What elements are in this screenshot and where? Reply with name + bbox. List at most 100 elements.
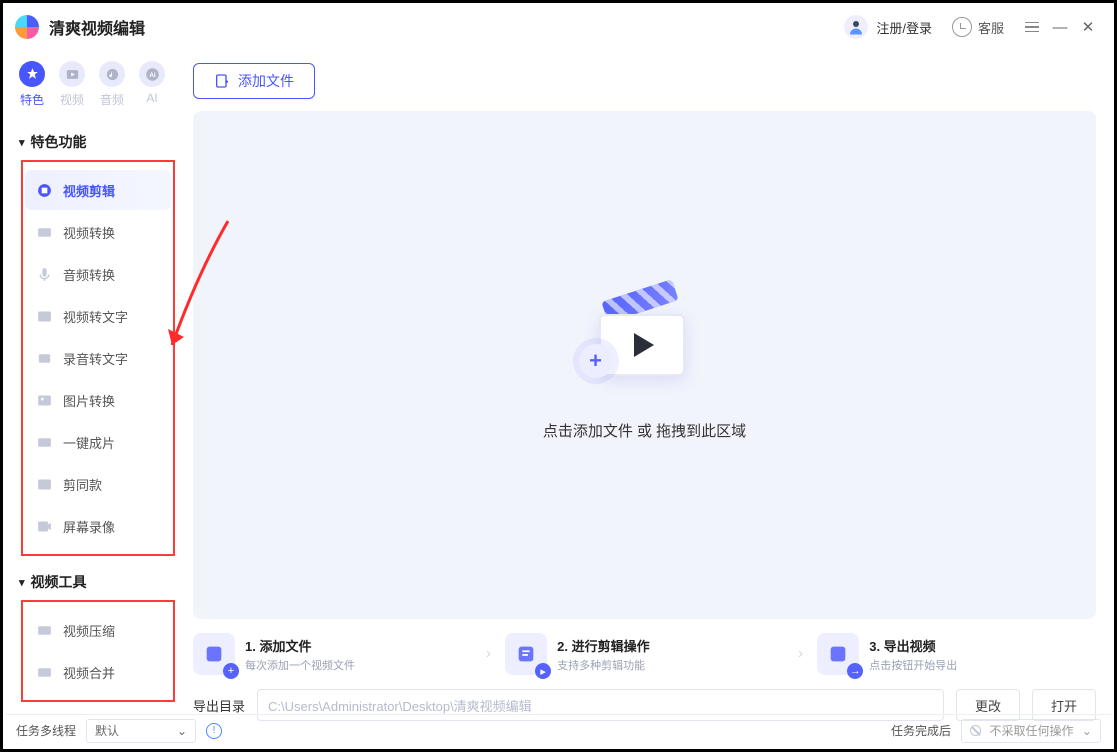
tab-featured[interactable]: 特色 <box>19 61 45 108</box>
tab-label: 音频 <box>100 91 124 108</box>
play-icon <box>634 333 654 357</box>
step-subtitle: 每次添加一个视频文件 <box>245 657 355 673</box>
app-title: 清爽视频编辑 <box>49 15 145 39</box>
sidebar-item-screen-record[interactable]: 屏幕录像 <box>25 506 171 546</box>
info-icon[interactable]: ! <box>206 723 222 739</box>
step-1: + 1. 添加文件 每次添加一个视频文件 <box>193 633 472 675</box>
main-content: 添加文件 + 点击添加文件 或 拖拽到此区域 + 1. 添加文件 每次添加一个视… <box>181 51 1114 721</box>
avatar-icon <box>844 15 868 39</box>
threads-select[interactable]: 默认 ⌄ <box>86 719 196 743</box>
tab-label: 视频 <box>60 91 84 108</box>
video-tools-menu: 视频压缩 视频合并 <box>21 600 175 702</box>
sidebar-item-label: 图片转换 <box>63 391 115 410</box>
title-bar: 清爽视频编辑 注册/登录 客服 — ✕ <box>3 3 1114 51</box>
steps-row: + 1. 添加文件 每次添加一个视频文件 › ▸ 2. 进行剪辑操作 支持多种剪… <box>193 633 1096 675</box>
section-title: 视频工具 <box>31 572 87 592</box>
section-title: 特色功能 <box>31 132 87 152</box>
drop-zone[interactable]: + 点击添加文件 或 拖拽到此区域 <box>193 111 1096 619</box>
mic-icon <box>35 265 53 283</box>
app-logo-icon <box>15 15 39 39</box>
post-action-select[interactable]: 不采取任何操作 ⌄ <box>961 719 1101 743</box>
star-icon <box>19 61 45 87</box>
step-edit-icon: ▸ <box>505 633 547 675</box>
sidebar-item-image-convert[interactable]: 图片转换 <box>25 380 171 420</box>
sidebar-item-video-convert[interactable]: 视频转换 <box>25 212 171 252</box>
tab-audio[interactable]: 音频 <box>99 61 125 108</box>
service-link[interactable]: 客服 <box>952 17 1004 37</box>
sidebar-item-label: 视频压缩 <box>63 621 115 640</box>
minimize-button[interactable]: — <box>1046 13 1074 41</box>
sidebar: 特色 视频 音频 Ai AI ▾ 特色功能 视 <box>3 51 181 721</box>
rec-text-icon <box>35 349 53 367</box>
step-subtitle: 点击按钮开始导出 <box>869 657 957 673</box>
status-bar: 任务多线程 默认 ⌄ ! 任务完成后 不采取任何操作 ⌄ <box>6 714 1111 746</box>
sidebar-item-label: 视频合并 <box>63 663 115 682</box>
section-header[interactable]: ▾ 视频工具 <box>11 568 181 596</box>
sidebar-item-video-to-text[interactable]: 视频转文字 <box>25 296 171 336</box>
threads-value: 默认 <box>95 722 119 739</box>
sidebar-item-label: 视频转文字 <box>63 307 128 326</box>
post-action-value: 不采取任何操作 <box>989 722 1073 739</box>
add-file-label: 添加文件 <box>238 71 294 91</box>
chevron-right-icon: › <box>480 645 497 663</box>
step-add-icon: + <box>193 633 235 675</box>
sidebar-item-same-style[interactable]: 剪同款 <box>25 464 171 504</box>
close-button[interactable]: ✕ <box>1074 13 1102 41</box>
add-file-button[interactable]: 添加文件 <box>193 63 315 99</box>
sidebar-item-label: 视频剪辑 <box>63 181 115 200</box>
record-icon <box>35 517 53 535</box>
ai-icon: Ai <box>139 61 165 87</box>
sidebar-item-label: 剪同款 <box>63 475 102 494</box>
dropzone-text: 点击添加文件 或 拖拽到此区域 <box>543 420 746 441</box>
sidebar-item-video-edit[interactable]: 视频剪辑 <box>25 170 171 210</box>
template-icon <box>35 475 53 493</box>
export-label: 导出目录 <box>193 696 245 715</box>
sidebar-item-one-click[interactable]: 一键成片 <box>25 422 171 462</box>
service-label: 客服 <box>978 18 1004 37</box>
section-video-tools: ▾ 视频工具 视频压缩 视频合并 <box>11 568 181 702</box>
threads-label: 任务多线程 <box>16 722 76 739</box>
sidebar-item-label: 录音转文字 <box>63 349 128 368</box>
login-link[interactable]: 注册/登录 <box>876 18 932 37</box>
sidebar-item-merge[interactable]: 视频合并 <box>25 652 171 692</box>
caret-down-icon: ▾ <box>19 136 25 149</box>
plus-icon: + <box>579 344 613 378</box>
service-icon <box>952 17 972 37</box>
film-icon <box>35 181 53 199</box>
section-header[interactable]: ▾ 特色功能 <box>11 128 181 156</box>
sidebar-item-audio-to-text[interactable]: 录音转文字 <box>25 338 171 378</box>
step-subtitle: 支持多种剪辑功能 <box>557 657 649 673</box>
tab-ai[interactable]: Ai AI <box>139 61 165 108</box>
section-featured: ▾ 特色功能 视频剪辑 视频转换 音频转换 视频转文字 <box>11 128 181 556</box>
done-label: 任务完成后 <box>891 722 951 739</box>
menu-button[interactable] <box>1018 13 1046 41</box>
category-tabs: 特色 视频 音频 Ai AI <box>11 61 181 116</box>
chevron-right-icon: › <box>792 645 809 663</box>
sidebar-item-label: 音频转换 <box>63 265 115 284</box>
add-file-icon <box>214 73 230 89</box>
sidebar-item-label: 一键成片 <box>63 433 115 452</box>
merge-icon <box>35 663 53 681</box>
step-export-icon: → <box>817 633 859 675</box>
audio-icon <box>99 61 125 87</box>
compress-icon <box>35 621 53 639</box>
chevron-down-icon: ⌄ <box>1082 724 1092 738</box>
sidebar-item-label: 屏幕录像 <box>63 517 115 536</box>
featured-menu: 视频剪辑 视频转换 音频转换 视频转文字 录音转文字 <box>21 160 175 556</box>
step-title: 1. 添加文件 <box>245 636 355 655</box>
no-action-icon <box>970 725 981 736</box>
convert-icon <box>35 223 53 241</box>
magic-icon <box>35 433 53 451</box>
video-text-icon <box>35 307 53 325</box>
step-title: 2. 进行剪辑操作 <box>557 636 649 655</box>
step-2: ▸ 2. 进行剪辑操作 支持多种剪辑功能 <box>505 633 784 675</box>
tab-video[interactable]: 视频 <box>59 61 85 108</box>
sidebar-item-audio-convert[interactable]: 音频转换 <box>25 254 171 294</box>
video-icon <box>59 61 85 87</box>
step-3: → 3. 导出视频 点击按钮开始导出 <box>817 633 1096 675</box>
svg-text:Ai: Ai <box>149 72 156 79</box>
chevron-down-icon: ⌄ <box>177 724 187 738</box>
sidebar-item-label: 视频转换 <box>63 223 115 242</box>
sidebar-item-compress[interactable]: 视频压缩 <box>25 610 171 650</box>
caret-down-icon: ▾ <box>19 576 25 589</box>
